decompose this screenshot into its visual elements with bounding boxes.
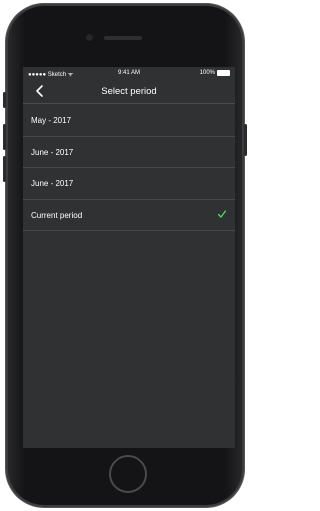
status-bar: ●●●●● Sketch ᯤ 9:41 AM 100% (23, 67, 235, 81)
front-camera (86, 34, 93, 41)
period-list: May - 2017 June - 2017 June - 2017 Curre… (23, 105, 235, 231)
app-screen: ●●●●● Sketch ᯤ 9:41 AM 100% Select perio… (23, 67, 235, 448)
period-label: May - 2017 (31, 116, 72, 125)
volume-down-button (3, 156, 6, 182)
power-button (244, 124, 247, 156)
period-label: June - 2017 (31, 179, 74, 188)
battery-indicator: 100% (200, 70, 230, 76)
page-title: Select period (101, 86, 157, 97)
silent-switch (3, 92, 6, 108)
period-option-current[interactable]: Current period (23, 200, 235, 231)
speaker-grille (104, 36, 142, 40)
period-label: Current period (31, 210, 83, 220)
period-option-june-2017-second[interactable]: June - 2017 (23, 168, 235, 200)
period-option-may-2017[interactable]: May - 2017 (23, 105, 235, 137)
volume-up-button (3, 124, 6, 150)
battery-icon (217, 70, 230, 76)
checkmark-icon (217, 209, 227, 218)
period-label: June - 2017 (31, 147, 74, 157)
home-button[interactable] (109, 455, 147, 493)
battery-percent: 100% (199, 70, 215, 76)
period-option-june-2017[interactable]: June - 2017 (23, 137, 235, 168)
navigation-bar: Select period (23, 81, 235, 104)
